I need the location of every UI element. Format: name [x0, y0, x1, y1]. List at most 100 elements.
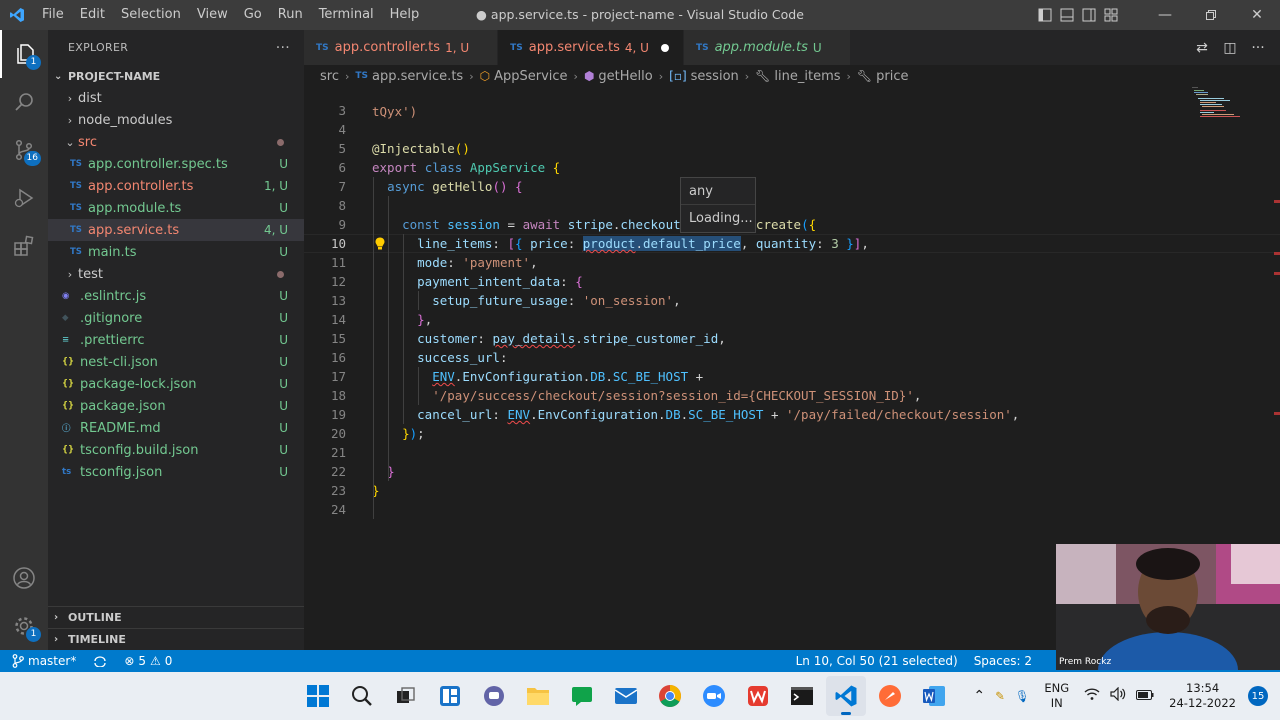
- tree-item-app-controller-ts[interactable]: TS app.controller.ts 1, U: [48, 175, 304, 197]
- toggle-panel-icon[interactable]: [1056, 0, 1078, 30]
- tree-item-dist[interactable]: › dist: [48, 87, 304, 109]
- tree-item-readme-md[interactable]: ⓘ README.md U: [48, 417, 304, 439]
- tab-status: 4, U: [624, 40, 649, 55]
- search-taskbar-button[interactable]: [342, 676, 382, 716]
- manage-activity[interactable]: 1: [0, 602, 48, 650]
- breadcrumb-variable[interactable]: session: [691, 69, 739, 84]
- green-app-button[interactable]: [562, 676, 602, 716]
- notification-badge[interactable]: 15: [1248, 686, 1268, 706]
- problems-status[interactable]: ⊗ 5 ⚠ 0: [116, 654, 180, 668]
- minimize-button[interactable]: —: [1142, 0, 1188, 30]
- teams-chat-button[interactable]: [474, 676, 514, 716]
- tree-item-package-lock-json[interactable]: {} package-lock.json U: [48, 373, 304, 395]
- unsaved-dot-icon[interactable]: [660, 43, 669, 52]
- menu-view[interactable]: View: [189, 0, 236, 30]
- menu-selection[interactable]: Selection: [113, 0, 189, 30]
- tab-app-service-ts[interactable]: TS app.service.ts 4, U: [498, 30, 684, 65]
- line-number: 3: [338, 103, 346, 118]
- tree-item-nest-cli-json[interactable]: {} nest-cli.json U: [48, 351, 304, 373]
- mail-button[interactable]: [606, 676, 646, 716]
- code-line: 17 ENV.EnvConfiguration.DB.SC_BE_HOST +: [304, 367, 1184, 386]
- minimap[interactable]: [1192, 87, 1272, 127]
- tree-item-app-service-ts[interactable]: TS app.service.ts 4, U: [48, 219, 304, 241]
- task-view-button[interactable]: [386, 676, 426, 716]
- git-status-badge: U: [279, 443, 288, 457]
- tree-item-main-ts[interactable]: TS main.ts U: [48, 241, 304, 263]
- split-editor-icon[interactable]: ◫: [1218, 40, 1242, 56]
- tree-item-tsconfig-build-json[interactable]: {} tsconfig.build.json U: [48, 439, 304, 461]
- breadcrumb-property-price[interactable]: price: [876, 69, 908, 84]
- battery-icon[interactable]: [1131, 689, 1159, 704]
- clock[interactable]: 13:54 24-12-2022: [1159, 681, 1242, 711]
- breadcrumb-file[interactable]: app.service.ts: [372, 69, 463, 84]
- vscode-taskbar-button[interactable]: [826, 676, 866, 716]
- explorer-activity[interactable]: 1: [0, 30, 48, 78]
- terminal-button[interactable]: [782, 676, 822, 716]
- tree-item-app-controller-spec-ts[interactable]: TS app.controller.spec.ts U: [48, 153, 304, 175]
- breadcrumb-property[interactable]: line_items: [774, 69, 840, 84]
- search-activity[interactable]: [0, 78, 48, 126]
- pen-icon[interactable]: ✎: [990, 689, 1010, 704]
- postman-button[interactable]: [870, 676, 910, 716]
- line-number: 14: [330, 312, 346, 327]
- tree-item-src[interactable]: ⌄ src: [48, 131, 304, 153]
- tab-app-controller-ts[interactable]: TS app.controller.ts 1, U: [304, 30, 499, 65]
- microphone-icon[interactable]: 🎙︎: [1010, 689, 1035, 704]
- menu-terminal[interactable]: Terminal: [311, 0, 382, 30]
- close-window-button[interactable]: ✕: [1234, 0, 1280, 30]
- open-changes-icon[interactable]: ⇄: [1190, 40, 1214, 56]
- breadcrumb-method[interactable]: getHello: [598, 69, 652, 84]
- tree-item-app-module-ts[interactable]: TS app.module.ts U: [48, 197, 304, 219]
- chevron-right-icon: ›: [469, 69, 474, 83]
- widgets-button[interactable]: [430, 676, 470, 716]
- customize-layout-icon[interactable]: [1100, 0, 1122, 30]
- lightbulb-icon[interactable]: [374, 237, 386, 250]
- menu-help[interactable]: Help: [382, 0, 428, 30]
- restore-button[interactable]: [1188, 0, 1234, 30]
- word-button[interactable]: [914, 676, 954, 716]
- tree-item-label: app.controller.ts: [88, 178, 194, 194]
- code-text: '/pay/success/checkout/session?session_i…: [432, 388, 922, 403]
- line-number: 12: [330, 274, 346, 289]
- tree-item-package-json[interactable]: {} package.json U: [48, 395, 304, 417]
- tree-item-tsconfig-json[interactable]: ts tsconfig.json U: [48, 461, 304, 483]
- tree-item-eslintrc-js[interactable]: ◉ .eslintrc.js U: [48, 285, 304, 307]
- toggle-primary-sidebar-icon[interactable]: [1034, 0, 1056, 30]
- menu-edit[interactable]: Edit: [72, 0, 113, 30]
- more-actions-icon[interactable]: ···: [1246, 40, 1270, 56]
- code-line: 19 cancel_url: ENV.EnvConfiguration.DB.S…: [304, 405, 1184, 424]
- tree-item-test[interactable]: › test: [48, 263, 304, 285]
- chevron-up-icon[interactable]: ⌃: [968, 688, 990, 704]
- outline-section[interactable]: › OUTLINE: [48, 606, 304, 628]
- tab-app-module-ts[interactable]: TS app.module.ts U: [683, 30, 851, 65]
- more-actions-button[interactable]: ···: [276, 40, 290, 56]
- chrome-button[interactable]: [650, 676, 690, 716]
- zoom-button[interactable]: [694, 676, 734, 716]
- run-debug-activity[interactable]: [0, 174, 48, 222]
- accounts-activity[interactable]: [0, 554, 48, 602]
- extensions-activity[interactable]: [0, 222, 48, 270]
- office-app-button[interactable]: [738, 676, 778, 716]
- breadcrumb-class[interactable]: AppService: [494, 69, 567, 84]
- indentation-status[interactable]: Spaces: 2: [966, 654, 1040, 668]
- chevron-right-icon: ›: [658, 69, 664, 83]
- sync-button[interactable]: [84, 655, 116, 667]
- menu-file[interactable]: File: [34, 0, 72, 30]
- wifi-icon[interactable]: [1079, 687, 1105, 705]
- menu-go[interactable]: Go: [236, 0, 270, 30]
- tree-item-prettierrc[interactable]: ≡ .prettierrc U: [48, 329, 304, 351]
- language-indicator[interactable]: ENG IN: [1034, 681, 1079, 711]
- tree-item-gitignore[interactable]: ◆ .gitignore U: [48, 307, 304, 329]
- breadcrumb-src[interactable]: src: [320, 69, 339, 84]
- volume-icon[interactable]: [1105, 686, 1131, 705]
- project-folder[interactable]: ⌄ PROJECT-NAME: [48, 65, 304, 87]
- tree-item-node-modules[interactable]: › node_modules: [48, 109, 304, 131]
- toggle-secondary-sidebar-icon[interactable]: [1078, 0, 1100, 30]
- cursor-position[interactable]: Ln 10, Col 50 (21 selected): [788, 654, 966, 668]
- file-explorer-button[interactable]: [518, 676, 558, 716]
- menu-run[interactable]: Run: [270, 0, 311, 30]
- start-button[interactable]: [298, 676, 338, 716]
- timeline-section[interactable]: › TIMELINE: [48, 628, 304, 650]
- branch-status[interactable]: master*: [0, 654, 84, 668]
- source-control-activity[interactable]: 16: [0, 126, 48, 174]
